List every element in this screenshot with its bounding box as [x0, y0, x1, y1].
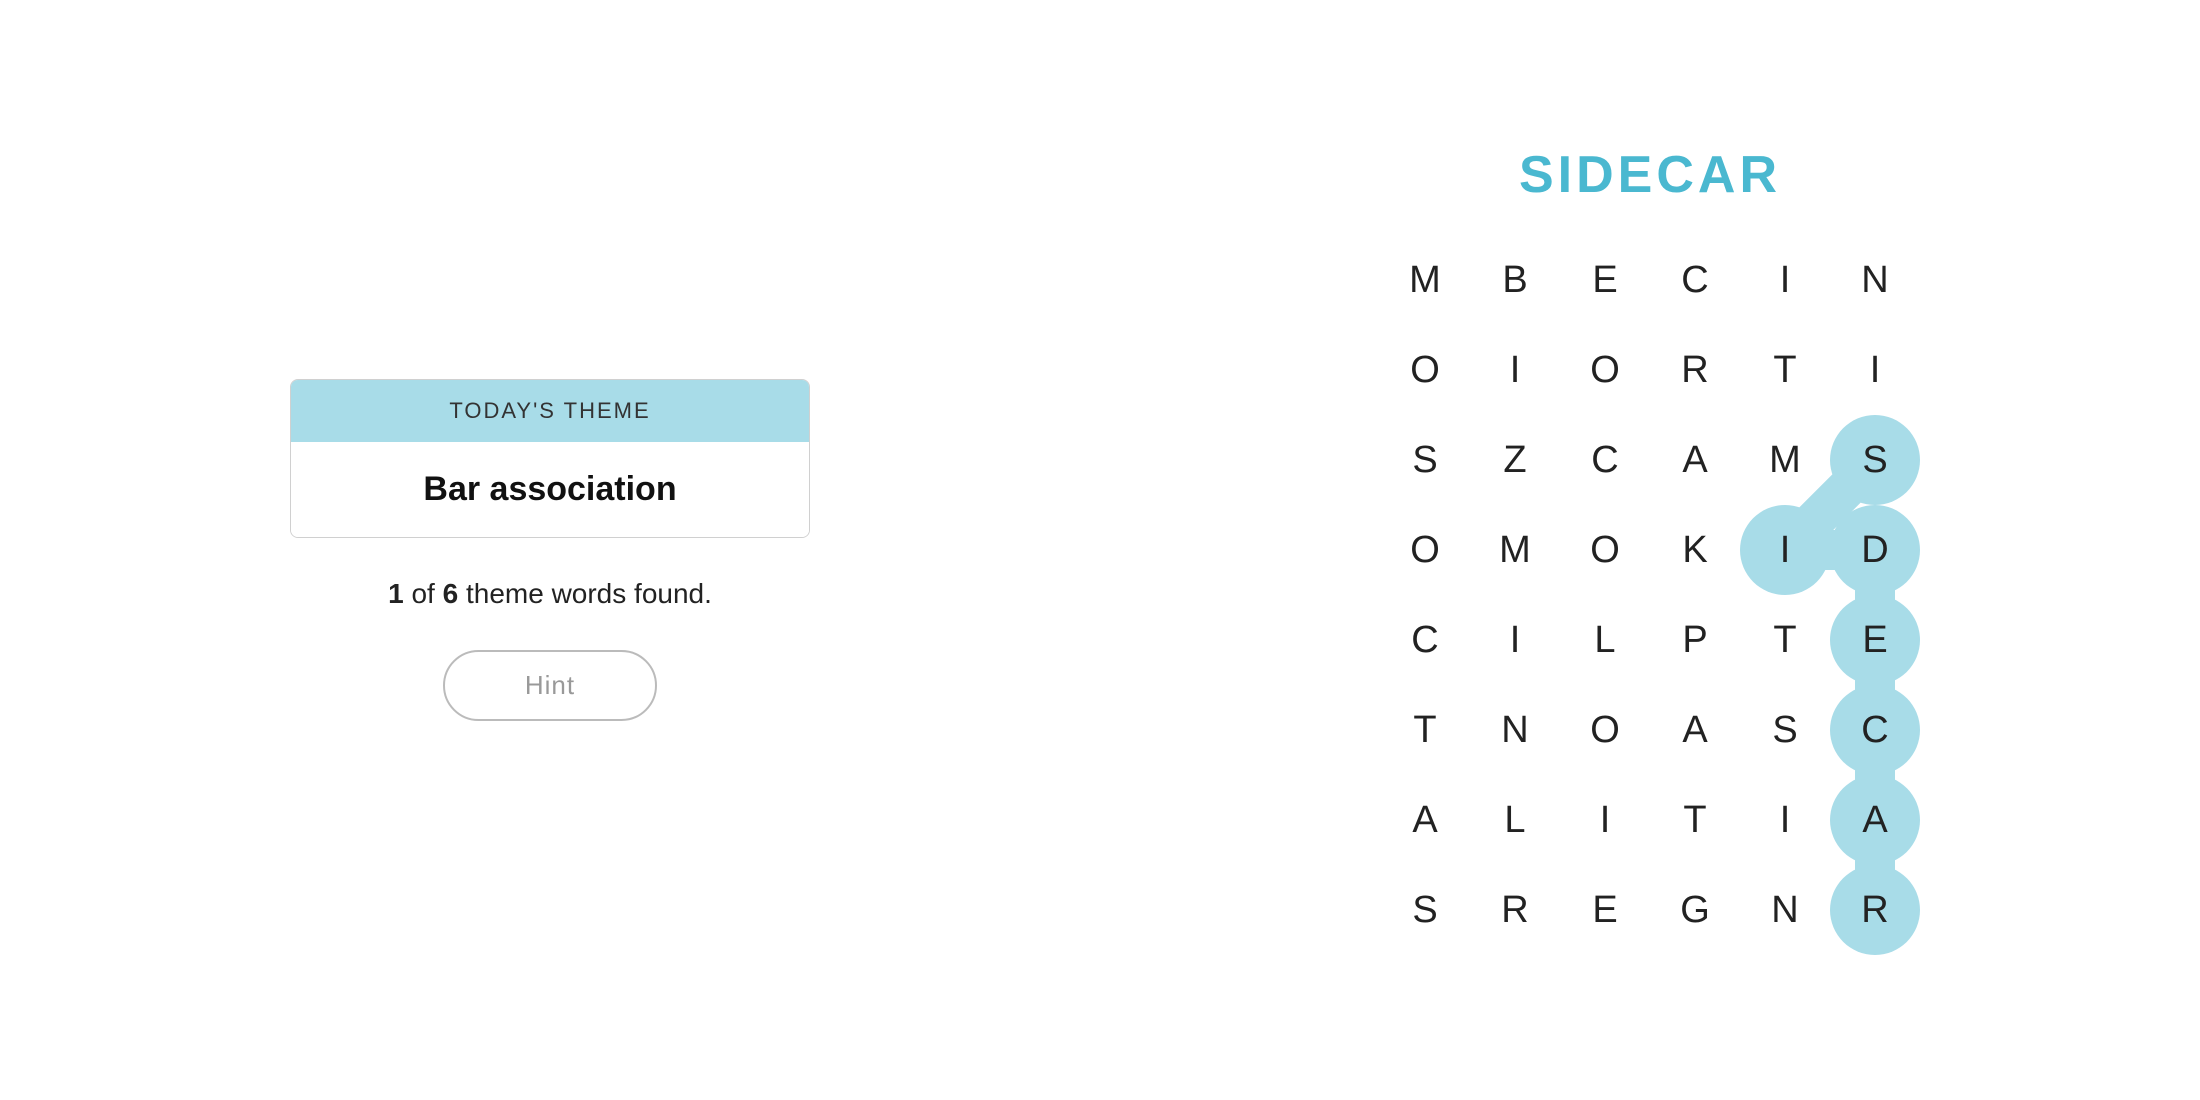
grid-cell[interactable]: M — [1380, 235, 1470, 325]
letter-grid[interactable]: MBECINOIORTISZCAMSOMOKIDCILPTETNOASCALIT… — [1380, 235, 1920, 955]
grid-cell[interactable]: B — [1470, 235, 1560, 325]
grid-cell[interactable]: O — [1560, 685, 1650, 775]
grid-cell[interactable]: E — [1830, 595, 1920, 685]
left-panel: TODAY'S THEME Bar association 1 of 6 the… — [0, 0, 1100, 1100]
grid-cell[interactable]: R — [1470, 865, 1560, 955]
grid-cell[interactable]: S — [1380, 865, 1470, 955]
grid-cell[interactable]: I — [1740, 505, 1830, 595]
grid-cell[interactable]: O — [1560, 325, 1650, 415]
grid-cell[interactable]: A — [1650, 415, 1740, 505]
grid-cell[interactable]: A — [1380, 775, 1470, 865]
grid-cell[interactable]: I — [1470, 325, 1560, 415]
grid-cell[interactable]: R — [1830, 865, 1920, 955]
grid-cell[interactable]: L — [1470, 775, 1560, 865]
grid-cell[interactable]: N — [1470, 685, 1560, 775]
grid-cell[interactable]: A — [1650, 685, 1740, 775]
grid-cell[interactable]: C — [1830, 685, 1920, 775]
grid-cell[interactable]: O — [1380, 325, 1470, 415]
grid-cell[interactable]: I — [1740, 235, 1830, 325]
grid-cell[interactable]: O — [1560, 505, 1650, 595]
right-panel: SIDECAR MBECINOIORTISZCAMSOMOKIDCILPTETN… — [1100, 0, 2200, 1100]
grid-cell[interactable]: I — [1830, 325, 1920, 415]
grid-cell[interactable]: C — [1380, 595, 1470, 685]
progress-suffix: theme words found. — [466, 578, 712, 609]
grid-container: MBECINOIORTISZCAMSOMOKIDCILPTETNOASCALIT… — [1380, 235, 1920, 955]
grid-cell[interactable]: S — [1380, 415, 1470, 505]
grid-cell[interactable]: A — [1830, 775, 1920, 865]
grid-cell[interactable]: E — [1560, 865, 1650, 955]
game-title: SIDECAR — [1519, 145, 1781, 205]
grid-cell[interactable]: R — [1650, 325, 1740, 415]
grid-cell[interactable]: T — [1740, 325, 1830, 415]
grid-cell[interactable]: I — [1560, 775, 1650, 865]
grid-cell[interactable]: C — [1560, 415, 1650, 505]
grid-cell[interactable]: T — [1380, 685, 1470, 775]
grid-cell[interactable]: L — [1560, 595, 1650, 685]
grid-cell[interactable]: E — [1560, 235, 1650, 325]
grid-cell[interactable]: I — [1470, 595, 1560, 685]
grid-cell[interactable]: N — [1740, 865, 1830, 955]
grid-cell[interactable]: C — [1650, 235, 1740, 325]
grid-cell[interactable]: M — [1470, 505, 1560, 595]
grid-cell[interactable]: D — [1830, 505, 1920, 595]
grid-cell[interactable]: Z — [1470, 415, 1560, 505]
grid-cell[interactable]: S — [1740, 685, 1830, 775]
grid-cell[interactable]: S — [1830, 415, 1920, 505]
hint-button[interactable]: Hint — [443, 650, 657, 721]
progress-text: 1 of 6 theme words found. — [388, 578, 712, 610]
found-count: 1 — [388, 578, 404, 609]
grid-cell[interactable]: K — [1650, 505, 1740, 595]
grid-cell[interactable]: N — [1830, 235, 1920, 325]
progress-of: of — [411, 578, 442, 609]
grid-cell[interactable]: T — [1740, 595, 1830, 685]
grid-cell[interactable]: O — [1380, 505, 1470, 595]
grid-cell[interactable]: T — [1650, 775, 1740, 865]
page-wrapper: TODAY'S THEME Bar association 1 of 6 the… — [0, 0, 2200, 1100]
total-count: 6 — [443, 578, 459, 609]
grid-cell[interactable]: M — [1740, 415, 1830, 505]
theme-header: TODAY'S THEME — [291, 380, 809, 442]
theme-body: Bar association — [291, 442, 809, 537]
grid-cell[interactable]: P — [1650, 595, 1740, 685]
grid-cell[interactable]: I — [1740, 775, 1830, 865]
theme-card: TODAY'S THEME Bar association — [290, 379, 810, 538]
grid-cell[interactable]: G — [1650, 865, 1740, 955]
